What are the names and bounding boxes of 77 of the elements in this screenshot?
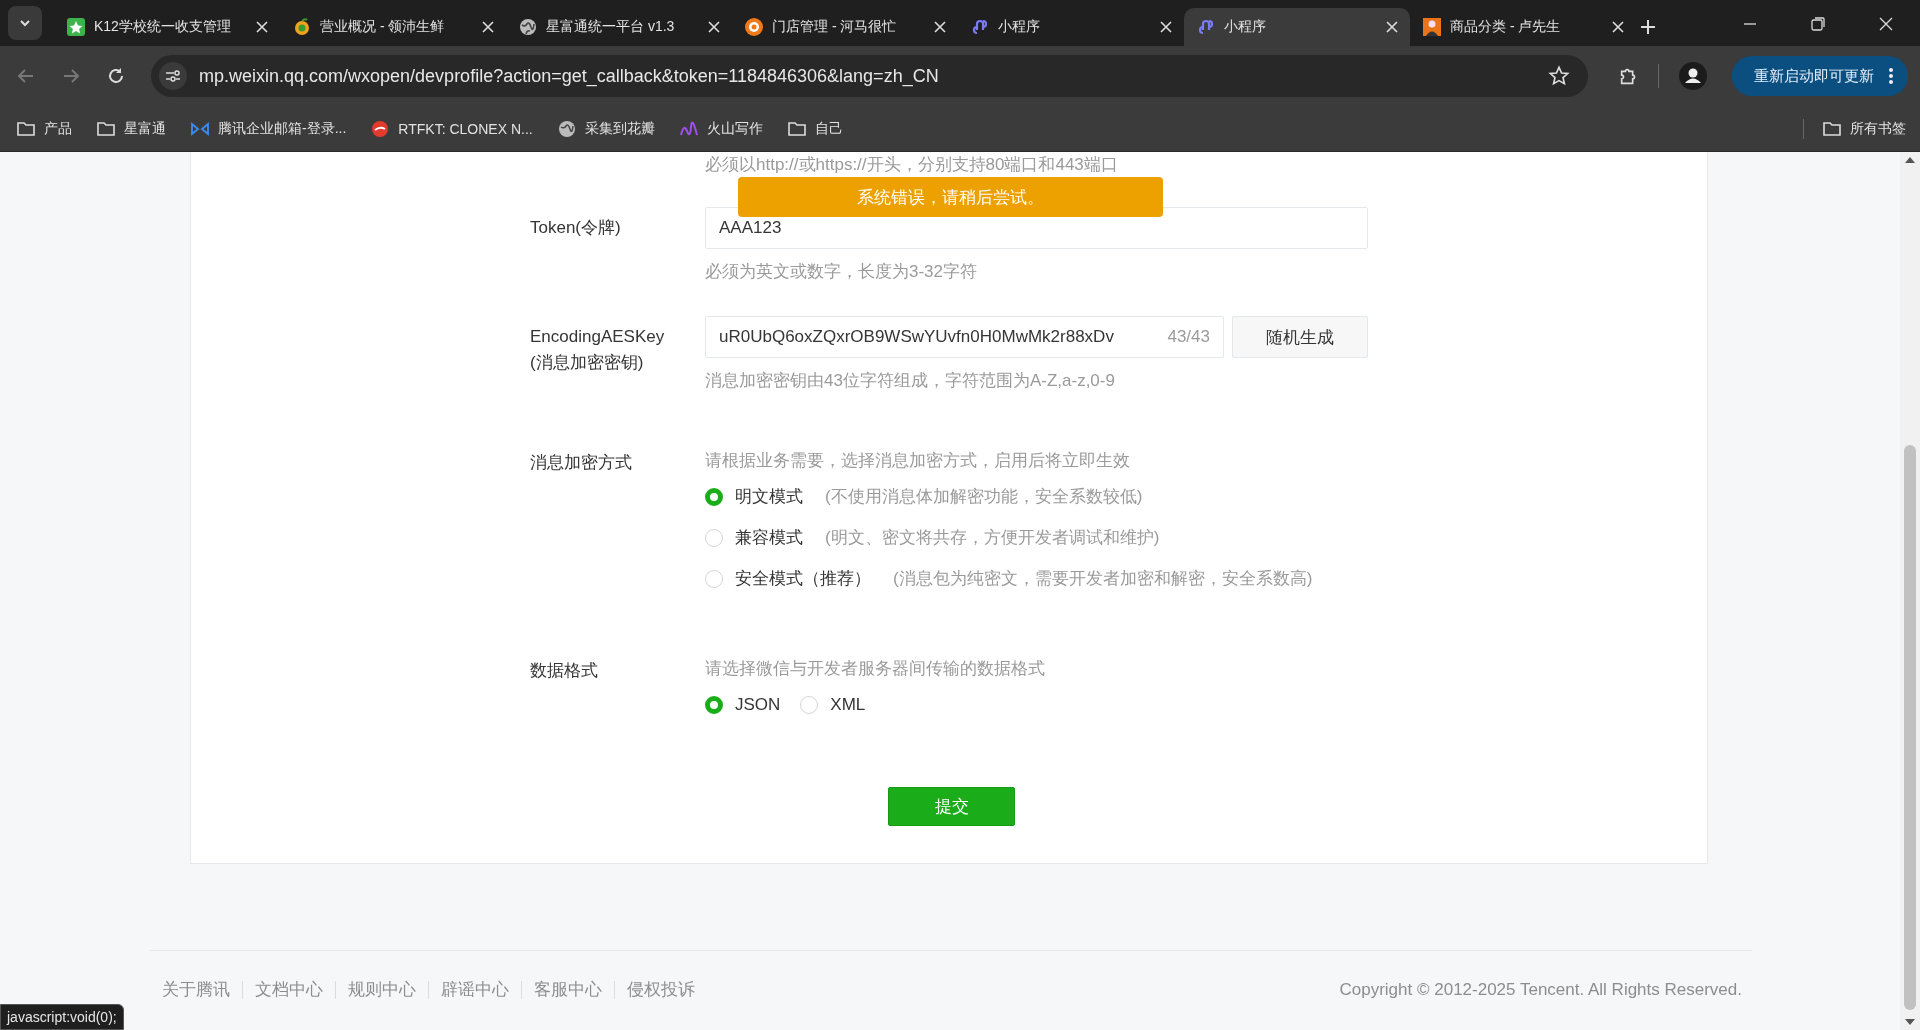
scroll-down-icon[interactable] — [1905, 1018, 1915, 1026]
bookmark-item[interactable]: 星富通 — [96, 119, 166, 138]
all-bookmarks-item[interactable]: 所有书签 — [1822, 119, 1906, 138]
option-label: 兼容模式 — [735, 527, 803, 549]
globe-icon — [518, 17, 538, 37]
error-toast: 系统错误，请稍后尝试。 — [738, 177, 1163, 217]
option-label: 安全模式（推荐） — [735, 568, 871, 590]
aes-key-field[interactable]: uR0UbQ6oxZQxrOB9WSwYUvfn0H0MwMk2r88xDv 43/43 — [705, 316, 1224, 358]
hint-text: 必须为英文或数字，长度为3-32字符 — [705, 261, 979, 283]
option-note: (消息包为纯密文，需要开发者加密和解密，安全系数高) — [893, 568, 1313, 590]
address-bar[interactable]: mp.weixin.qq.com/wxopen/devprofile?action=get_callback&token=1184846306&lang=zh_CN — [151, 55, 1588, 97]
swoosh-icon — [370, 119, 391, 138]
tab-search-button[interactable] — [8, 6, 42, 40]
person-icon — [1422, 17, 1442, 37]
swirl-icon — [678, 119, 699, 138]
folder-icon — [1822, 119, 1842, 138]
option-label: XML — [830, 694, 866, 715]
close-icon[interactable] — [1878, 16, 1894, 32]
description-text: 请根据业务需要，选择消息加密方式，启用后将立即生效 — [705, 450, 1131, 472]
option-note: (明文、密文将共存，方便开发者调试和维护) — [825, 527, 1160, 549]
token-field[interactable]: AAA123 — [705, 207, 1368, 249]
folder-icon — [96, 119, 116, 138]
option-label: 明文模式 — [735, 486, 803, 508]
radio-button[interactable] — [705, 487, 723, 506]
restore-icon[interactable] — [1810, 16, 1826, 32]
profile-icon[interactable] — [1679, 62, 1707, 90]
radio-button[interactable] — [705, 695, 723, 714]
update-button[interactable]: 重新启动即可更新 — [1732, 56, 1908, 96]
generate-button[interactable]: 随机生成 — [1232, 316, 1368, 358]
bookmark-item[interactable]: 自己 — [786, 119, 843, 138]
option-label: JSON — [735, 694, 781, 715]
scroll-up-icon[interactable] — [1905, 156, 1915, 164]
browser-tab[interactable]: 小程序 — [1184, 8, 1410, 46]
close-icon[interactable] — [934, 21, 946, 33]
copyright-text: Copyright © 2012-2025 Tencent. All Rights Reserved. — [1339, 980, 1742, 1000]
folder-icon — [786, 119, 807, 138]
more-icon[interactable] — [1888, 67, 1894, 85]
folder-icon — [16, 119, 36, 138]
bookmark-star-icon[interactable] — [1548, 65, 1570, 87]
link-icon — [970, 17, 990, 37]
browser-tab[interactable]: 门店管理 - 河马很忙 — [732, 8, 958, 46]
description-text: 请选择微信与开发者服务器间传输的数据格式 — [705, 658, 1046, 680]
hint-text: 必须以http://或https://开头，分别支持80端口和443端口 — [705, 154, 1119, 176]
close-icon[interactable] — [256, 21, 268, 33]
bookmark-item[interactable]: 采集到花瓣 — [556, 119, 655, 138]
field-label: Token(令牌) — [530, 217, 622, 239]
browser-tab[interactable]: 星富通统一平台 v1.3 — [506, 8, 732, 46]
field-label: EncodingAESKey — [530, 326, 666, 348]
browser-tab[interactable]: K12学校统一收支管理 — [54, 8, 280, 46]
reload-icon[interactable] — [106, 66, 126, 86]
browser-tab[interactable]: 营业概况 - 领沛生鲜 — [280, 8, 506, 46]
close-icon[interactable] — [1160, 21, 1172, 33]
field-label: 消息加密方式 — [530, 452, 633, 474]
option-note: (不使用消息体加解密功能，安全系数较低) — [825, 486, 1143, 508]
field-label: 数据格式 — [530, 660, 599, 682]
mail-icon — [190, 119, 210, 138]
bookmark-item[interactable]: 腾讯企业邮箱-登录... — [190, 119, 347, 138]
browser-tab[interactable]: 商品分类 - 卢先生 — [1410, 8, 1636, 46]
bookmark-item[interactable]: 火山写作 — [678, 119, 763, 138]
close-icon[interactable] — [708, 21, 720, 33]
globe-icon — [556, 119, 577, 138]
link-icon — [1196, 17, 1216, 37]
new-tab-icon[interactable] — [1640, 19, 1656, 35]
close-icon[interactable] — [1386, 21, 1398, 33]
bookmark-item[interactable]: RTFKT: CLONEX N... — [370, 119, 533, 138]
scrollbar[interactable] — [1900, 152, 1920, 1030]
field-label: (消息加密密钥) — [530, 352, 645, 374]
close-icon[interactable] — [1612, 21, 1624, 33]
status-url: javascript:void(0); — [0, 1004, 124, 1030]
hint-text: 消息加密密钥由43位字符组成，字符范围为A-Z,a-z,0-9 — [705, 370, 1116, 392]
fruit-icon — [292, 17, 312, 37]
scrollbar-thumb[interactable] — [1904, 445, 1916, 1010]
browser-tab[interactable]: 小程序 — [958, 8, 1184, 46]
site-settings-icon[interactable] — [159, 62, 187, 90]
close-icon[interactable] — [482, 21, 494, 33]
bookmark-item[interactable]: 产品 — [16, 119, 72, 138]
char-count: 43/43 — [1167, 327, 1210, 347]
